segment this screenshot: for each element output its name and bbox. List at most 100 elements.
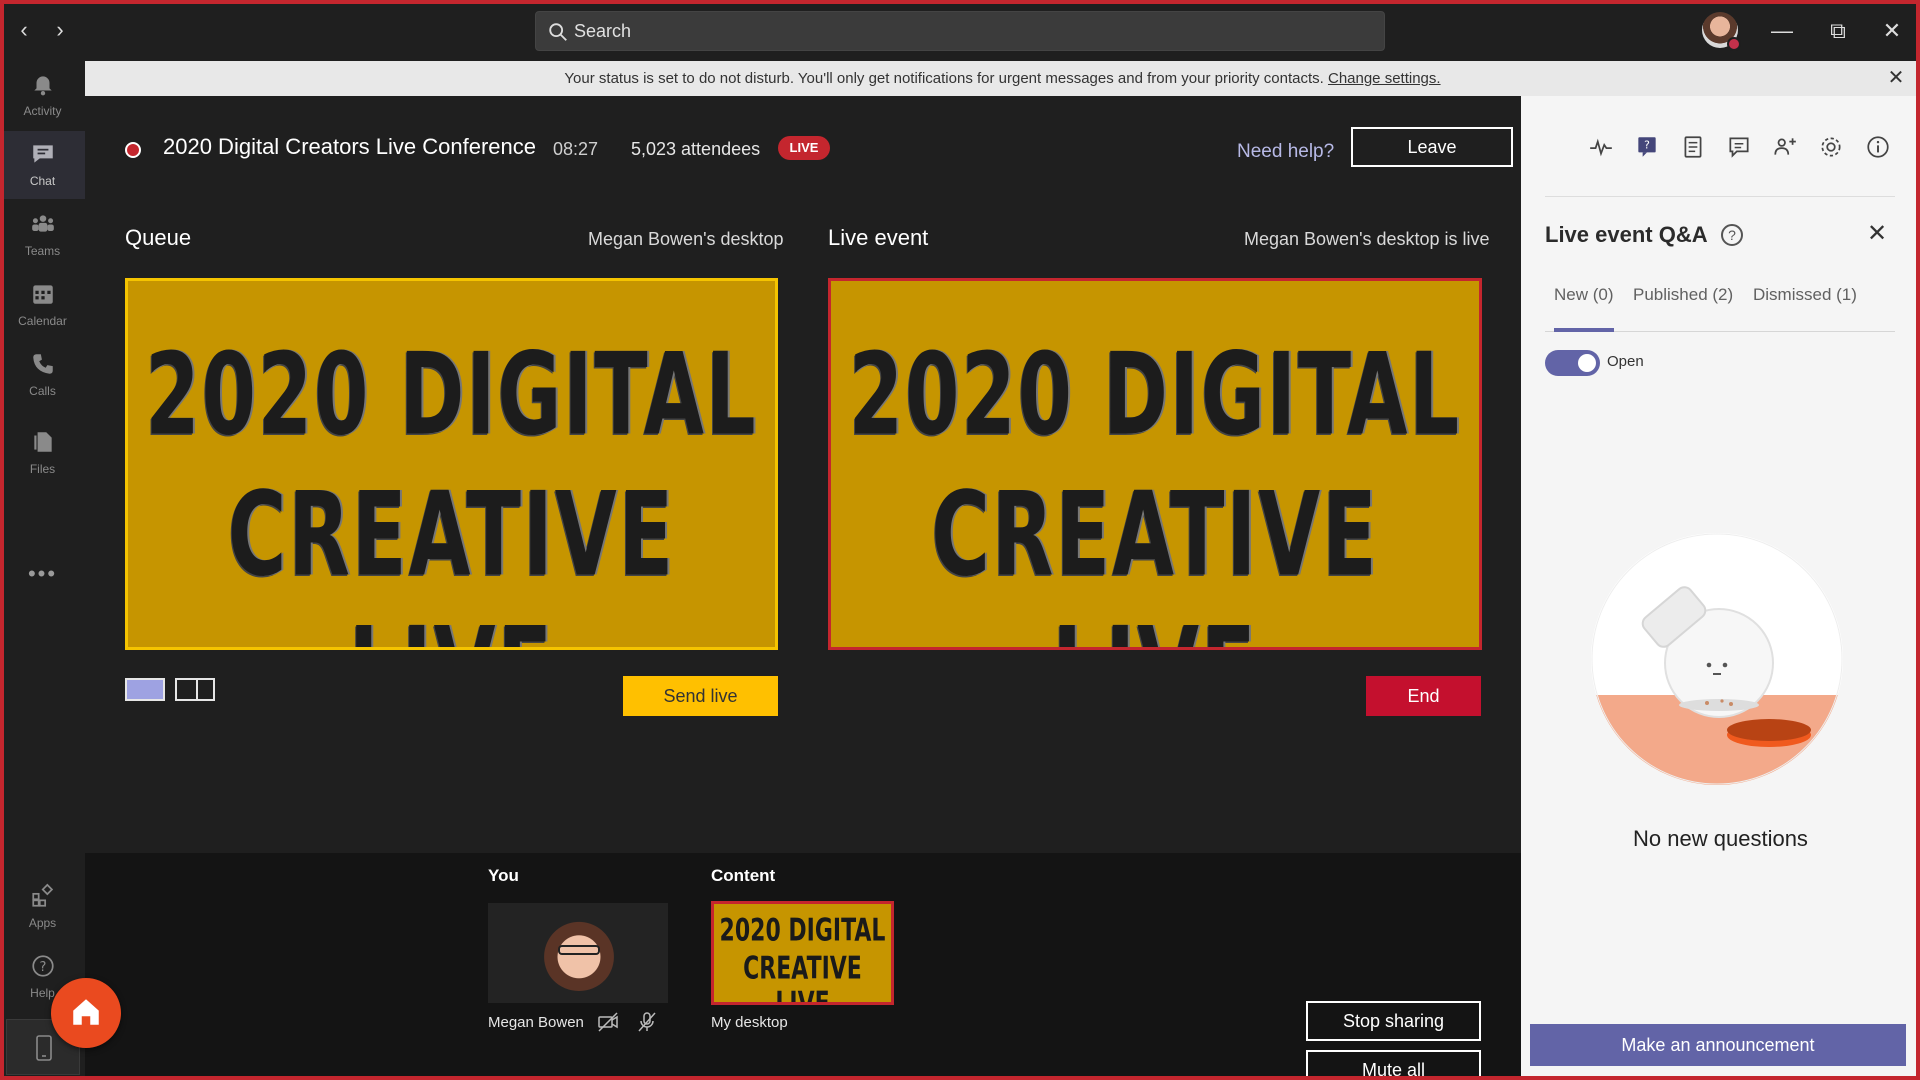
- live-event-title: Live event: [828, 225, 929, 250]
- status-banner: Your status is set to do not disturb. Yo…: [85, 61, 1920, 96]
- empty-jar-illustration: [1591, 533, 1843, 785]
- tab-new[interactable]: New (0): [1554, 285, 1614, 305]
- rail-item-apps[interactable]: Apps: [0, 873, 85, 941]
- mobile-device-icon: [36, 1035, 52, 1061]
- dnd-status-icon: [1727, 37, 1741, 51]
- rail-item-calendar[interactable]: Calendar: [0, 271, 85, 339]
- banner-text: Your status is set to do not disturb. Yo…: [564, 70, 1324, 87]
- calendar-icon: [32, 285, 53, 304]
- close-icon[interactable]: ✕: [1863, 220, 1891, 248]
- queue-title: Queue: [125, 225, 192, 250]
- title-bar: ‹ › — ⧉ ✕: [0, 0, 1920, 61]
- tab-dismissed[interactable]: Dismissed (1): [1753, 285, 1857, 305]
- avatar[interactable]: [1702, 12, 1741, 51]
- bell-icon: [33, 76, 52, 96]
- close-icon[interactable]: ✕: [1874, 14, 1910, 48]
- toggle-knob: [1578, 354, 1596, 372]
- rail-item-teams[interactable]: Teams: [0, 201, 85, 269]
- slide-line1: 2020 DIGITAL: [848, 330, 1462, 462]
- recording-icon: [125, 142, 141, 158]
- content-tile[interactable]: 2020 DIGITAL CREATIVE LIVE: [711, 901, 894, 1005]
- live-preview[interactable]: 2020 DIGITAL CREATIVE LIVE: [828, 278, 1482, 650]
- restore-icon[interactable]: ⧉: [1820, 14, 1856, 48]
- qa-panel: ? Live event Q&A ? ✕ New (0) Published (…: [1521, 96, 1920, 1080]
- tab-published[interactable]: Published (2): [1633, 285, 1733, 305]
- svg-text:?: ?: [1644, 139, 1650, 152]
- chat-icon[interactable]: [1726, 134, 1752, 160]
- rail-item-chat[interactable]: Chat: [0, 131, 85, 199]
- rail-label: Calendar: [18, 314, 67, 328]
- send-live-button[interactable]: Send live: [623, 676, 778, 716]
- search-box[interactable]: [535, 11, 1385, 51]
- qa-icon[interactable]: ?: [1634, 134, 1660, 160]
- svg-text:?: ?: [39, 960, 46, 975]
- make-announcement-button[interactable]: Make an announcement: [1530, 1024, 1906, 1066]
- settings-icon[interactable]: [1818, 134, 1844, 160]
- chevron-right-icon[interactable]: ›: [48, 17, 72, 43]
- rail-item-activity[interactable]: Activity: [0, 61, 85, 129]
- end-button[interactable]: End: [1366, 676, 1481, 716]
- phone-icon: [32, 354, 53, 374]
- producer-view: 2020 Digital Creators Live Conference 08…: [85, 96, 1521, 1080]
- slide-line2: CREATIVE LIVE: [227, 467, 676, 647]
- event-title: 2020 Digital Creators Live Conference: [163, 134, 536, 159]
- queue-source: Megan Bowen's desktop: [588, 229, 784, 249]
- minimize-icon[interactable]: —: [1764, 14, 1800, 48]
- more-apps-icon[interactable]: •••: [0, 561, 85, 587]
- change-settings-link[interactable]: Change settings.: [1328, 70, 1441, 87]
- you-video-tile[interactable]: [488, 903, 668, 1003]
- people-icon[interactable]: [1772, 134, 1798, 160]
- split-layout-button[interactable]: [175, 678, 215, 701]
- rail-label: Chat: [29, 174, 56, 188]
- teams-icon: [31, 215, 54, 232]
- live-event-source: Megan Bowen's desktop is live: [1244, 229, 1490, 249]
- empty-state-text: No new questions: [1633, 826, 1808, 851]
- you-label: You: [488, 866, 519, 885]
- active-tab-indicator: [1554, 328, 1614, 332]
- sources-strip: You Megan Bowen Content 2020 DIGITAL CRE…: [85, 853, 1521, 1080]
- mute-all-button[interactable]: Mute all: [1306, 1050, 1481, 1080]
- home-button[interactable]: [51, 978, 121, 1048]
- slide-line1: 2020 DIGITAL: [145, 330, 758, 462]
- mic-off-icon[interactable]: [635, 1010, 659, 1034]
- search-icon: [549, 23, 567, 41]
- health-icon[interactable]: [1588, 134, 1614, 160]
- slide-line2: CREATIVE LIVE: [931, 467, 1379, 647]
- live-badge: LIVE: [778, 136, 830, 160]
- panel-title: Live event Q&A: [1545, 222, 1708, 247]
- close-icon[interactable]: ✕: [1884, 61, 1908, 96]
- need-help-link[interactable]: Need help?: [1237, 141, 1334, 163]
- rail-label: Files: [29, 462, 56, 476]
- left-rail: Activity Chat Teams Calendar Calls Files…: [0, 61, 85, 1080]
- glasses-shape: [558, 945, 600, 955]
- info-icon[interactable]: [1865, 134, 1891, 160]
- rail-item-files[interactable]: Files: [0, 419, 85, 487]
- queue-preview[interactable]: 2020 DIGITAL CREATIVE LIVE: [125, 278, 778, 650]
- camera-off-icon[interactable]: [596, 1010, 620, 1034]
- notes-icon[interactable]: [1680, 134, 1706, 160]
- files-icon: [33, 432, 52, 452]
- home-icon: [73, 999, 99, 1025]
- search-input[interactable]: [574, 12, 1364, 50]
- you-name: Megan Bowen: [488, 1014, 584, 1031]
- avatar: [542, 915, 616, 991]
- chevron-left-icon[interactable]: ‹: [12, 17, 36, 43]
- apps-icon: [31, 883, 53, 907]
- rail-item-calls[interactable]: Calls: [0, 341, 85, 409]
- stop-sharing-button[interactable]: Stop sharing: [1306, 1001, 1481, 1041]
- slide-line2: CREATIVE LIVE: [743, 952, 862, 1005]
- content-name: My desktop: [711, 1014, 788, 1031]
- help-icon: ?: [31, 955, 54, 977]
- attendee-count: 5,023 attendees: [631, 139, 761, 159]
- slide-line1: 2020 DIGITAL: [719, 914, 886, 949]
- rail-label: Apps: [28, 916, 57, 930]
- rail-label: Activity: [23, 104, 62, 118]
- chat-icon: [32, 145, 53, 163]
- leave-button[interactable]: Leave: [1351, 127, 1513, 167]
- open-toggle[interactable]: [1545, 350, 1600, 376]
- rail-label: Teams: [24, 244, 61, 258]
- rail-label: Calls: [29, 384, 56, 398]
- help-icon[interactable]: ?: [1721, 224, 1743, 246]
- content-label: Content: [711, 866, 776, 885]
- single-layout-button[interactable]: [125, 678, 165, 701]
